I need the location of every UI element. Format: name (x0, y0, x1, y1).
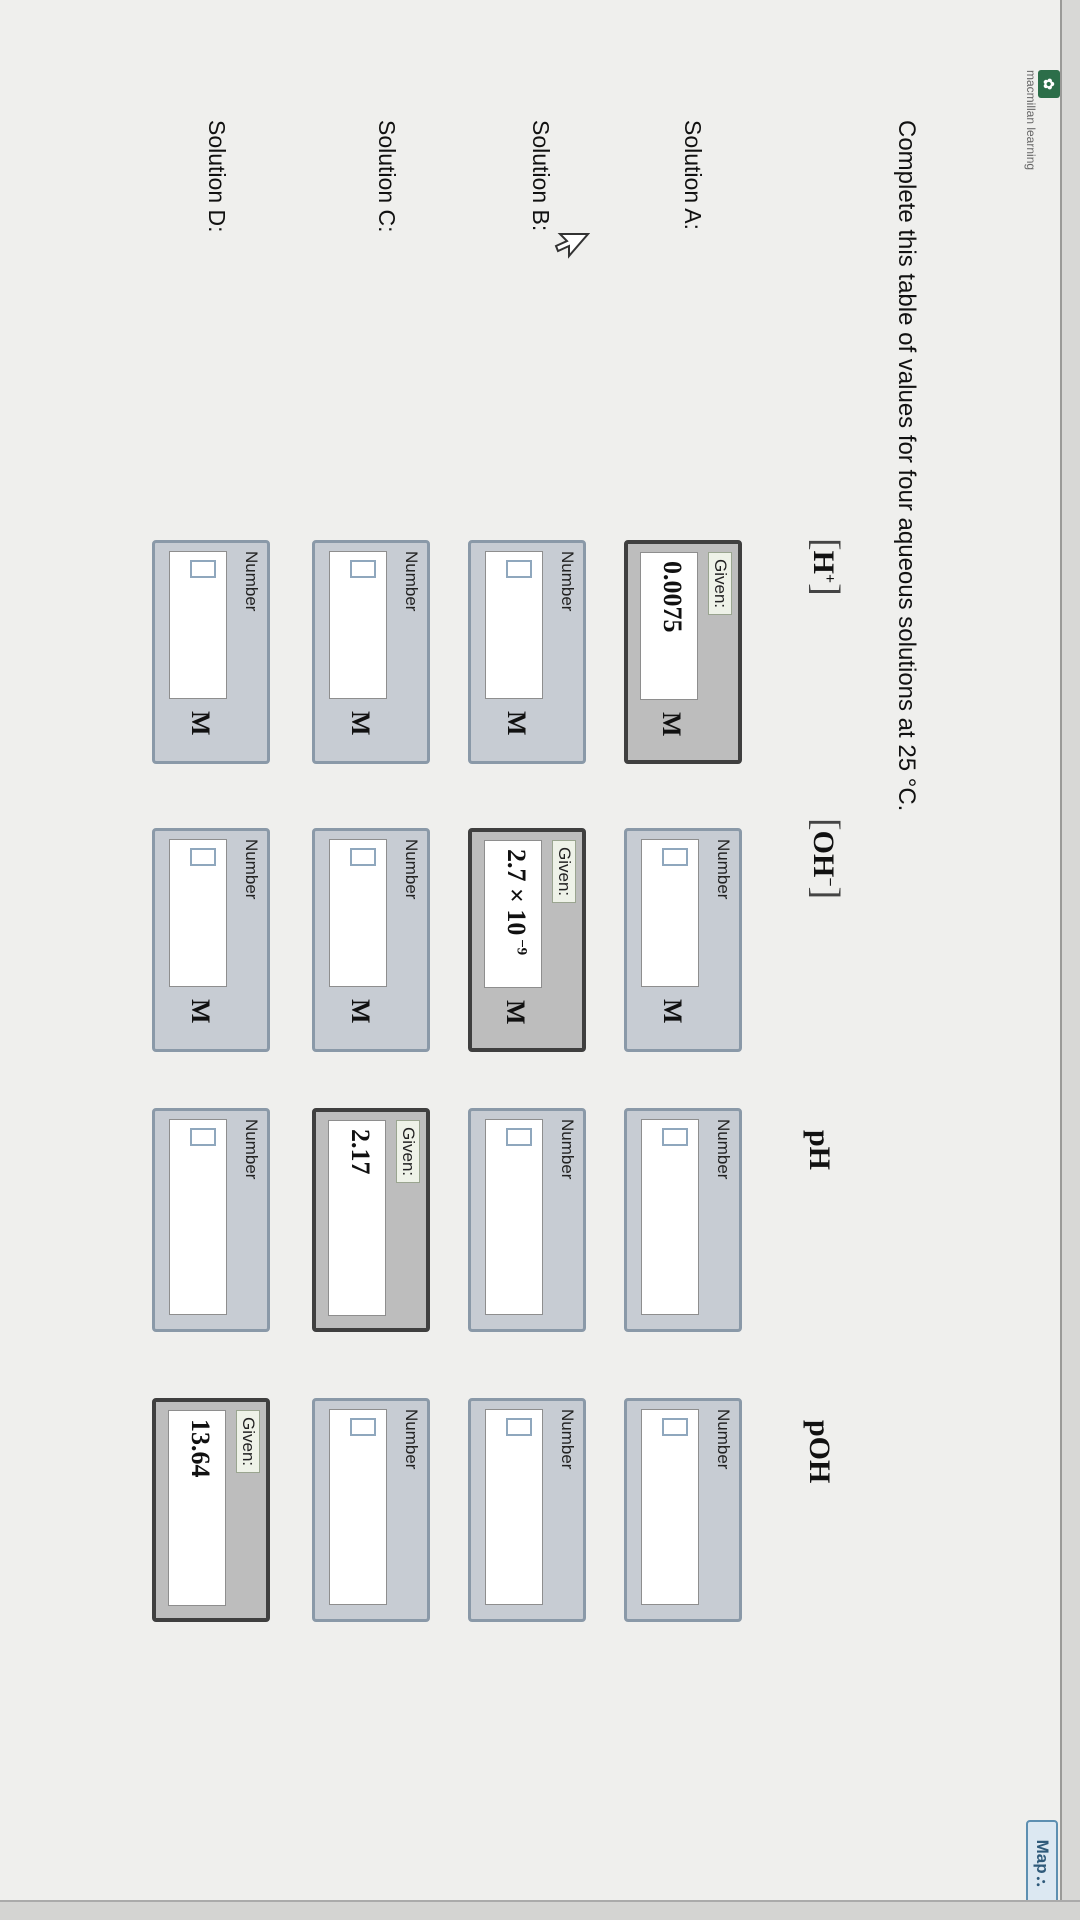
number-label: Number (714, 839, 733, 900)
question-prompt: Complete this table of values for four a… (893, 120, 920, 812)
cell-oh-row-4[interactable]: Number M (152, 828, 270, 1052)
given-value: 2.17 (346, 1129, 375, 1175)
number-label: Number (242, 551, 261, 612)
number-label: Number (558, 1409, 577, 1470)
column-header-poh: pOH (803, 1420, 836, 1484)
cell-ph-row-2[interactable]: Number (468, 1108, 586, 1332)
text-cursor-placeholder-icon (190, 848, 216, 866)
answer-input[interactable] (329, 1409, 387, 1605)
screen: ✿ macmillan learning Map ⛬ Complete this … (0, 0, 1080, 1920)
map-label: Map (1033, 1839, 1052, 1874)
answer-input[interactable] (169, 551, 227, 699)
text-cursor-placeholder-icon (190, 560, 216, 578)
brand-text: macmillan learning (1024, 70, 1038, 171)
number-label: Number (402, 551, 421, 612)
answer-input[interactable] (485, 1119, 543, 1315)
given-value-box: 2.7 × 10 −9 (484, 840, 542, 988)
answer-input[interactable] (641, 1119, 699, 1315)
number-label: Number (242, 1119, 261, 1180)
unit-label: M (657, 712, 686, 737)
number-label: Number (402, 1409, 421, 1470)
given-value: 13.64 (186, 1419, 215, 1478)
text-cursor-placeholder-icon (506, 560, 532, 578)
row-label-a: Solution A: (680, 120, 706, 230)
number-label: Number (402, 839, 421, 900)
cell-h-row-3[interactable]: Number M (312, 540, 430, 764)
text-cursor-placeholder-icon (350, 1418, 376, 1436)
given-value-box: 13.64 (168, 1410, 226, 1606)
brand-logo: ✿ macmillan learning (1020, 70, 1060, 220)
given-value-box: 0.0075 (640, 552, 698, 700)
unit-label: M (346, 999, 375, 1024)
cell-oh-row-2: Given: 2.7 × 10 −9 M (468, 828, 586, 1052)
map-button[interactable]: Map ⛬ (1026, 1820, 1058, 1906)
cell-poh-row-3[interactable]: Number (312, 1398, 430, 1622)
answer-input[interactable] (329, 839, 387, 987)
cell-ph-row-3: Given: 2.17 (312, 1108, 430, 1332)
answer-input[interactable] (169, 1119, 227, 1315)
text-cursor-placeholder-icon (506, 1418, 532, 1436)
row-label-b: Solution B: (528, 120, 554, 232)
cursor-arrow-icon (554, 233, 590, 259)
unit-label: M (502, 711, 531, 736)
cell-poh-row-1[interactable]: Number (624, 1398, 742, 1622)
answer-input[interactable] (169, 839, 227, 987)
text-cursor-placeholder-icon (506, 1128, 532, 1146)
column-header-oh: [OH−] (805, 818, 847, 900)
given-label: Given: (396, 1120, 420, 1184)
row-label-d: Solution D: (204, 120, 230, 233)
window-edge (0, 1900, 1080, 1920)
given-value-box: 2.17 (328, 1120, 386, 1316)
cell-h-row-2[interactable]: Number M (468, 540, 586, 764)
unit-label: M (658, 999, 687, 1024)
given-value: 0.0075 (658, 561, 687, 633)
number-label: Number (558, 1119, 577, 1180)
unit-label: M (346, 711, 375, 736)
given-label: Given: (236, 1410, 260, 1474)
unit-label: M (186, 711, 215, 736)
cell-ph-row-4[interactable]: Number (152, 1108, 270, 1332)
cell-ph-row-1[interactable]: Number (624, 1108, 742, 1332)
column-header-h: [H+] (805, 538, 847, 596)
number-label: Number (714, 1119, 733, 1180)
number-label: Number (714, 1409, 733, 1470)
cell-oh-row-1[interactable]: Number M (624, 828, 742, 1052)
macmillan-logo-icon: ✿ (1038, 70, 1060, 98)
given-value: 2.7 × 10 −9 (502, 849, 531, 956)
text-cursor-placeholder-icon (350, 560, 376, 578)
unit-label: M (186, 999, 215, 1024)
photo-stage: ✿ macmillan learning Map ⛬ Complete this … (0, 0, 1080, 1920)
answer-input[interactable] (329, 551, 387, 699)
text-cursor-placeholder-icon (662, 1128, 688, 1146)
cell-poh-row-2[interactable]: Number (468, 1398, 586, 1622)
text-cursor-placeholder-icon (190, 1128, 216, 1146)
top-bar (1060, 0, 1080, 1920)
answer-input[interactable] (485, 1409, 543, 1605)
cell-oh-row-3[interactable]: Number M (312, 828, 430, 1052)
text-cursor-placeholder-icon (350, 848, 376, 866)
text-cursor-placeholder-icon (662, 1418, 688, 1436)
map-icon: ⛬ (1034, 1876, 1050, 1887)
number-label: Number (558, 551, 577, 612)
row-label-c: Solution C: (374, 120, 400, 233)
answer-input[interactable] (485, 551, 543, 699)
cell-poh-row-4: Given: 13.64 (152, 1398, 270, 1622)
given-label: Given: (708, 552, 732, 616)
unit-label: M (501, 1000, 530, 1025)
text-cursor-placeholder-icon (662, 848, 688, 866)
column-header-ph: pH (803, 1130, 836, 1171)
answer-input[interactable] (641, 1409, 699, 1605)
number-label: Number (242, 839, 261, 900)
given-label: Given: (552, 840, 576, 904)
answer-input[interactable] (641, 839, 699, 987)
cell-h-row-4[interactable]: Number M (152, 540, 270, 764)
cell-h-row-1: Given: 0.0075 M (624, 540, 742, 764)
